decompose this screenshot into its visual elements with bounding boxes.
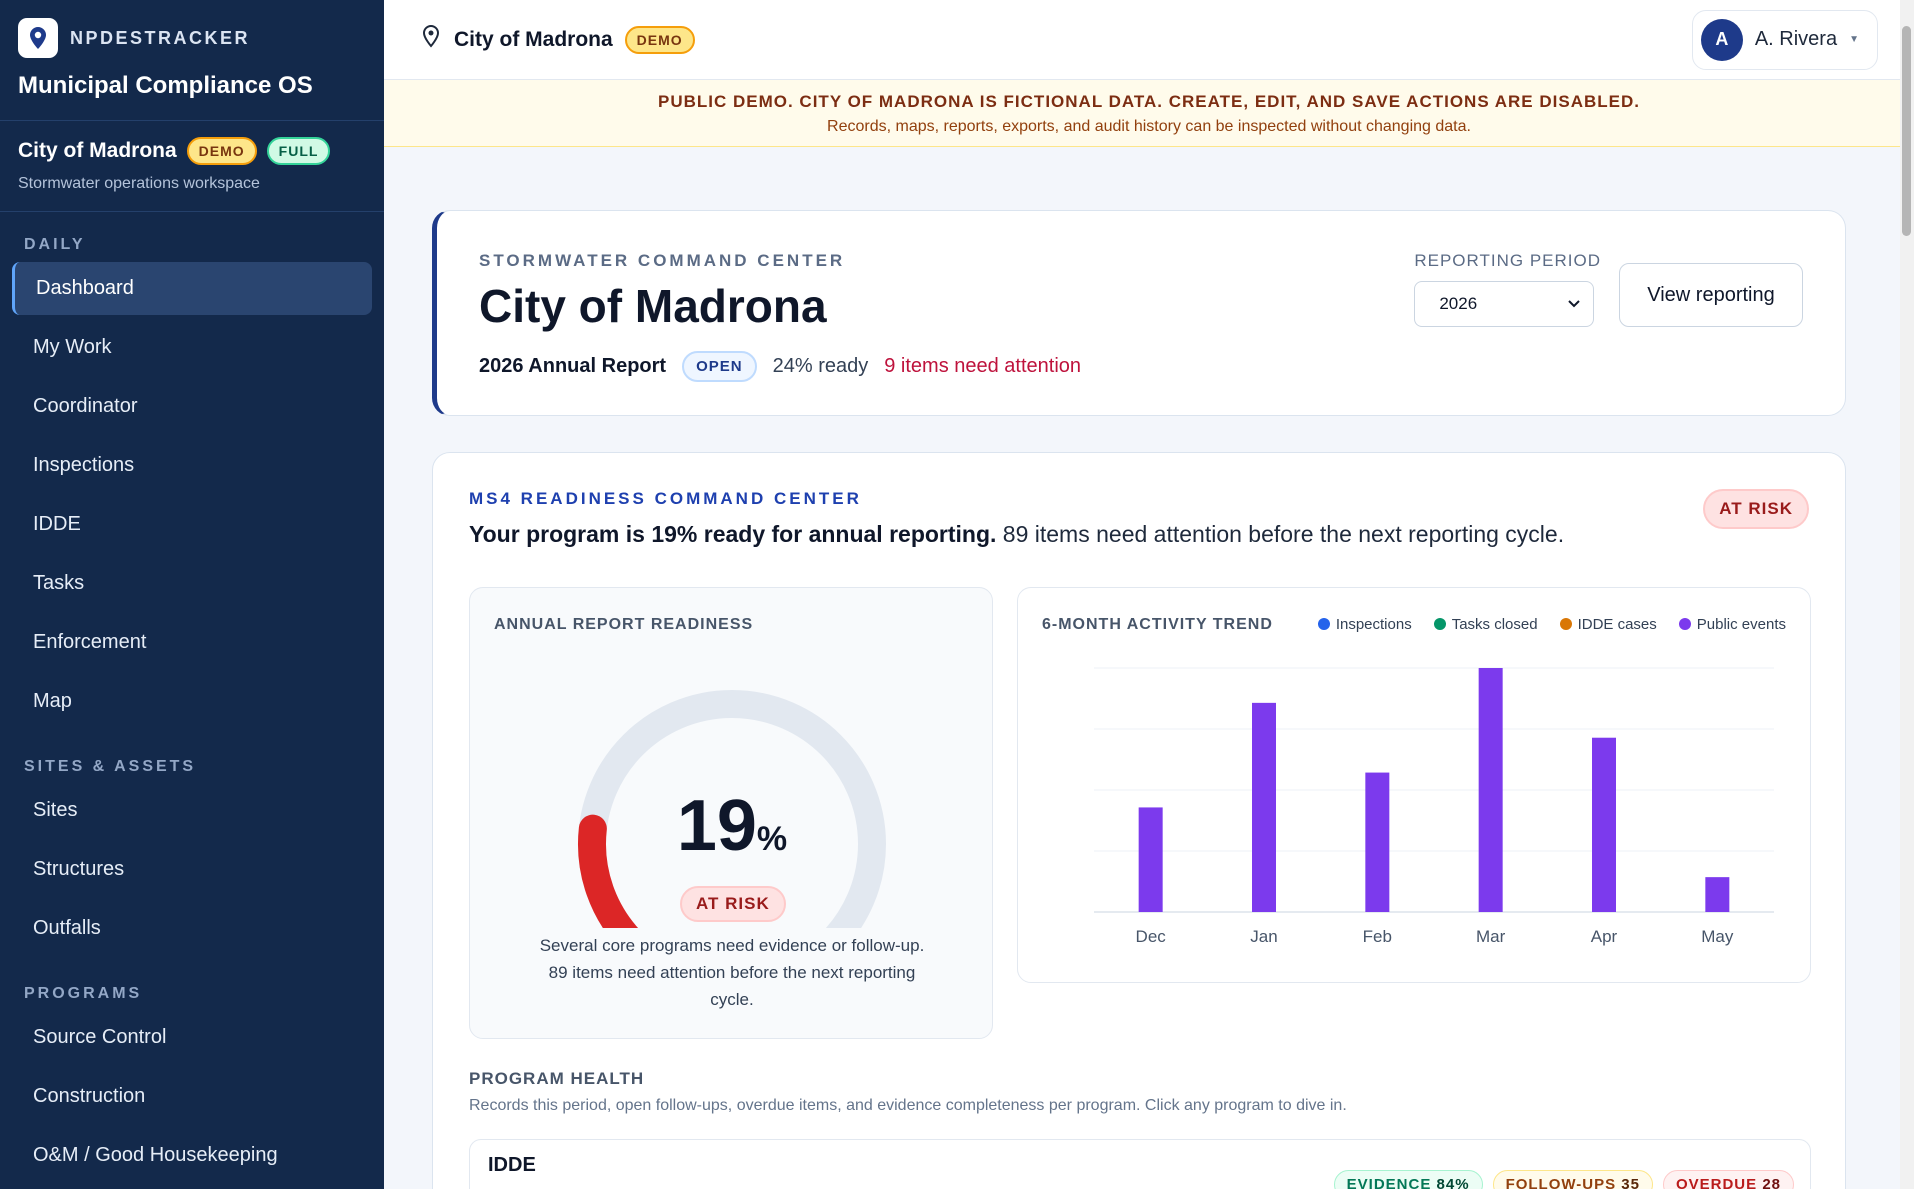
sidebar-item-source-control[interactable]: Source Control (12, 1011, 372, 1064)
report-ready: 24% ready (772, 355, 869, 377)
bar-may[interactable] (1705, 877, 1730, 912)
nav-section-title: DAILY (24, 236, 86, 253)
period-select[interactable]: 2026 (1414, 281, 1595, 327)
bar-mar[interactable] (1478, 668, 1503, 912)
bar-feb[interactable] (1365, 772, 1390, 912)
activity-trend-card: 6-MONTH ACTIVITY TREND Inspections Tasks … (1017, 587, 1811, 983)
sidebar-item-o-m-good-housekeeping[interactable]: O&M / Good Housekeeping (12, 1129, 372, 1182)
chevron-down-icon: ▼ (1849, 34, 1859, 45)
gauge-status-badge: AT RISK (680, 886, 786, 922)
period-value: 2026 (1439, 294, 1478, 313)
readiness-headline: Your program is 19% ready for annual rep… (469, 521, 1809, 548)
sidebar-item-structures[interactable]: Structures (12, 843, 372, 896)
brand-block: NPDESTRACKER Municipal Compliance OS (0, 0, 384, 121)
program-row-idde[interactable]: IDDE EVIDENCE 84% FOLLOW-UPS 35 OVERDUE … (469, 1139, 1811, 1189)
demo-banner: PUBLIC DEMO. CITY OF MADRONA IS FICTIONA… (384, 80, 1914, 147)
activity-trend-chart: Dec Jan Feb Mar Apr May (1094, 667, 1774, 946)
tenant-subtitle: Stormwater operations workspace (18, 175, 260, 192)
page-title: City of Madrona (479, 280, 827, 332)
program-name: IDDE (488, 1154, 536, 1176)
bar-jan[interactable] (1252, 702, 1276, 912)
sidebar-item-inspections[interactable]: Inspections (12, 439, 372, 492)
avatar: A (1700, 18, 1743, 61)
brand-logo-icon[interactable] (18, 18, 58, 58)
attention-link[interactable]: 9 items need attention (884, 355, 1081, 378)
sidebar-item-dashboard[interactable]: Dashboard (12, 262, 372, 315)
reporting-period: REPORTING PERIOD 2026 (1414, 251, 1601, 327)
x-tick-label: Apr (1591, 927, 1618, 946)
sidebar-item-outfalls[interactable]: Outfalls (12, 902, 372, 955)
bar-dec[interactable] (1138, 807, 1163, 912)
user-menu[interactable]: A A. Rivera ▼ (1691, 9, 1878, 70)
command-center-header: STORMWATER COMMAND CENTER City of Madron… (432, 210, 1846, 416)
x-tick-label: Jan (1250, 927, 1277, 946)
followups-chip: FOLLOW-UPS 35 (1492, 1170, 1653, 1189)
nav-section-title: PROGRAMS (24, 985, 143, 1002)
banner-title: PUBLIC DEMO. CITY OF MADRONA IS FICTIONA… (657, 92, 1640, 111)
full-badge: FULL (266, 137, 331, 165)
banner-subtitle: Records, maps, reports, exports, and aud… (827, 118, 1471, 135)
sidebar-item-idde[interactable]: IDDE (12, 498, 372, 551)
report-status-badge: OPEN (682, 351, 757, 382)
gauge-note: Several core programs need evidence or f… (539, 936, 925, 1009)
page-scrollbar[interactable] (1900, 0, 1914, 1189)
program-health-title: PROGRAM HEALTH (469, 1069, 645, 1088)
bar-apr[interactable] (1592, 737, 1616, 912)
program-health-subtitle: Records this period, open follow-ups, ov… (469, 1097, 1347, 1114)
x-tick-label: Dec (1136, 927, 1167, 946)
x-tick-label: May (1701, 927, 1734, 946)
x-tick-label: Mar (1476, 927, 1506, 946)
gauge-value: 19 (677, 786, 757, 866)
sidebar-item-construction[interactable]: Construction (12, 1070, 372, 1123)
svg-text:19%: 19% (677, 786, 787, 866)
sidebar-item-enforcement[interactable]: Enforcement (12, 616, 372, 669)
sidebar-item-tasks[interactable]: Tasks (12, 557, 372, 610)
location-pin-icon (420, 24, 442, 55)
brand-name: NPDESTRACKER (70, 27, 251, 48)
product-name: Municipal Compliance OS (18, 72, 313, 99)
main-area: City of Madrona DEMO A A. Rivera ▼ PUBLI… (384, 0, 1914, 1189)
view-reporting-button[interactable]: View reporting (1619, 263, 1803, 327)
gauge-fill (578, 814, 639, 928)
tenant-block: City of Madrona DEMO FULL Stormwater ope… (0, 121, 384, 212)
gauge-unit: % (757, 820, 787, 858)
topbar-demo-badge: DEMO (624, 25, 695, 54)
scrollbar-thumb[interactable] (1902, 26, 1911, 236)
readiness-gauge-card[interactable]: ANNUAL REPORT READINESS 19% AT RISK Seve… (469, 587, 993, 1039)
period-label: REPORTING PERIOD (1414, 251, 1601, 270)
sidebar-item-coordinator[interactable]: Coordinator (12, 380, 372, 433)
sidebar-nav: DAILY Dashboard My Work Coordinator Inspecti… (0, 212, 384, 1182)
report-name: 2026 Annual Report (479, 355, 667, 377)
readiness-headline-rest: 89 items need attention before the next … (996, 521, 1565, 547)
sidebar: NPDESTRACKER Municipal Compliance OS Cit… (0, 0, 384, 1189)
readiness-card: MS4 READINESS COMMAND CENTER Your progra… (432, 452, 1846, 1189)
header-eyebrow: STORMWATER COMMAND CENTER (479, 251, 846, 270)
tenant-name: City of Madrona (18, 139, 177, 162)
sidebar-item-my-work[interactable]: My Work (12, 321, 372, 374)
x-tick-label: Feb (1363, 927, 1392, 946)
topbar: City of Madrona DEMO A A. Rivera ▼ (384, 0, 1914, 80)
sidebar-item-sites[interactable]: Sites (12, 784, 372, 837)
sidebar-item-map[interactable]: Map (12, 675, 372, 728)
status-badge: AT RISK (1703, 489, 1809, 529)
evidence-chip: EVIDENCE 84% (1333, 1170, 1483, 1189)
gauge-title: ANNUAL REPORT READINESS (494, 616, 754, 633)
readiness-headline-bold: Your program is 19% ready for annual rep… (469, 521, 997, 547)
nav-section-title: SITES & ASSETS (24, 758, 197, 775)
overdue-chip: OVERDUE 28 (1662, 1170, 1794, 1189)
chevron-down-icon (1567, 294, 1581, 314)
workspace-title: City of Madrona (454, 27, 613, 51)
readiness-eyebrow: MS4 READINESS COMMAND CENTER (469, 489, 862, 508)
user-name: A. Rivera (1754, 28, 1838, 50)
demo-badge: DEMO (186, 137, 257, 165)
